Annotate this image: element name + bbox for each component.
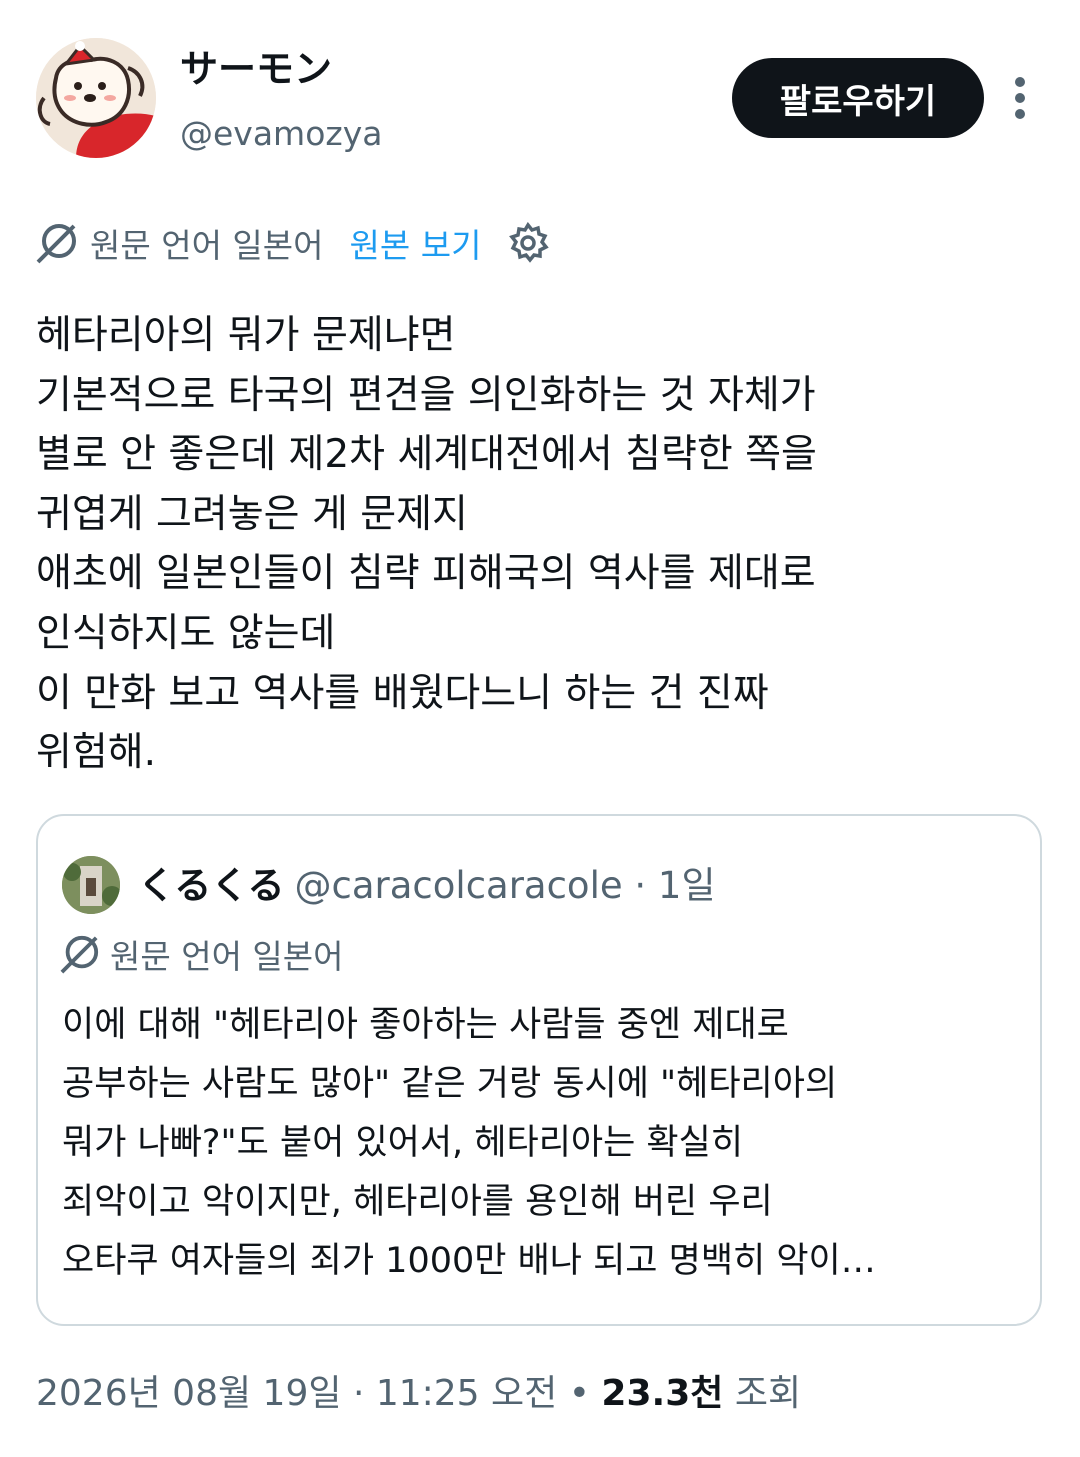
view-count-label: 조회	[734, 1373, 802, 1414]
post-date[interactable]: 2026년 08월 19일	[36, 1373, 341, 1414]
translate-icon	[60, 934, 100, 974]
follow-button[interactable]: 팔로우하기	[732, 58, 984, 138]
author-avatar[interactable]	[36, 38, 156, 158]
quote-separator: ·	[634, 864, 647, 907]
author-handle[interactable]: @evamozya	[180, 110, 382, 158]
quote-text: 이에 대해 "헤타리아 좋아하는 사람들 중엔 제대로 공부하는 사람도 많아"…	[62, 1005, 876, 1281]
metadata-separator: ·	[352, 1373, 365, 1414]
quote-translation-row: 원문 언어 일본어	[60, 930, 344, 978]
post-time[interactable]: 11:25 오전	[376, 1373, 557, 1414]
translate-icon	[36, 222, 78, 264]
quoted-post[interactable]: くるくる @caracolcaracole · 1일 원문 언어 일본어 이에 대…	[36, 814, 1042, 1326]
post-text: 헤타리아의 뭐가 문제냐면 기본적으로 타국의 편견을 의인화하는 것 자체가 …	[36, 313, 817, 776]
quote-author-avatar[interactable]	[62, 856, 120, 914]
translation-row: 원문 언어 일본어 원본 보기	[36, 218, 550, 268]
post-metadata: 2026년 08월 19일 · 11:25 오전 • 23.3천 조회	[36, 1366, 801, 1422]
author-name[interactable]: サーモン	[180, 42, 332, 96]
view-original-link[interactable]: 원본 보기	[350, 219, 482, 267]
metadata-separator: •	[568, 1373, 590, 1414]
view-count[interactable]: 23.3천	[601, 1373, 723, 1414]
quote-translation-label: 원문 언어 일본어	[110, 937, 344, 976]
gear-icon[interactable]	[507, 221, 550, 264]
more-vertical-icon[interactable]	[1004, 72, 1036, 124]
translation-label: 원문 언어 일본어	[90, 226, 324, 265]
quote-author-name[interactable]: くるくる	[138, 864, 285, 907]
quote-header: くるくる @caracolcaracole · 1일	[138, 860, 716, 912]
quote-author-handle[interactable]: @caracolcaracole	[295, 864, 623, 907]
quote-time[interactable]: 1일	[658, 864, 716, 907]
